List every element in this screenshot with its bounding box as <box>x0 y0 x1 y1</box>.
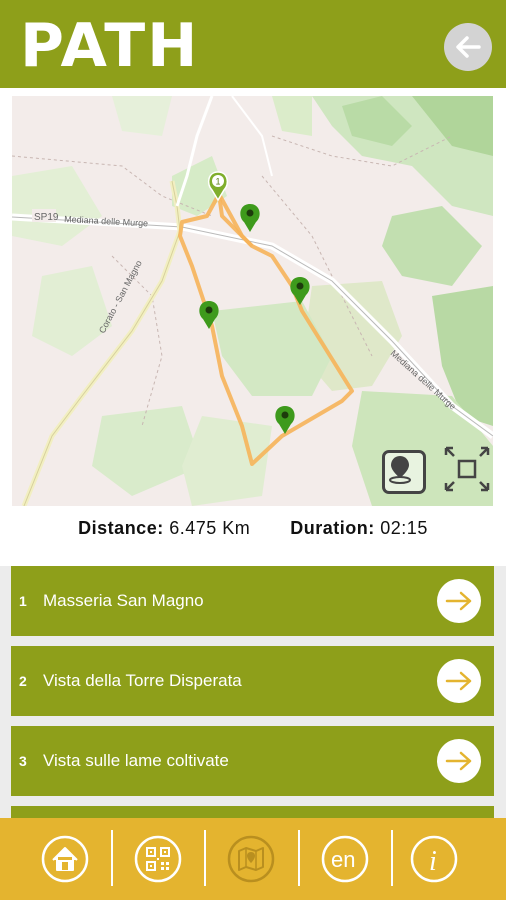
open-poi-button[interactable] <box>437 739 481 783</box>
fullscreen-button[interactable] <box>442 444 492 494</box>
poi-name: Vista sulle lame coltivate <box>43 751 229 770</box>
open-poi-button[interactable] <box>437 579 481 623</box>
arrow-right-icon <box>445 751 472 771</box>
duration-label: Duration: <box>290 518 375 538</box>
expand-icon <box>444 446 490 492</box>
bottom-tab-bar: en i <box>0 818 506 900</box>
duration-value: 02:15 <box>380 518 428 538</box>
tab-divider <box>298 830 300 886</box>
distance-label: Distance: <box>78 518 164 538</box>
tab-language[interactable]: en <box>316 830 374 888</box>
map-card: SP19 Mediana delle Murge Corato - San Ma… <box>0 88 506 566</box>
svg-text:1: 1 <box>216 177 221 187</box>
tab-divider <box>391 830 393 886</box>
list-item[interactable]: 3 Vista sulle lame coltivate <box>11 726 494 796</box>
route-stats: Distance: 6.475 Km Duration: 02:15 <box>0 518 506 554</box>
list-item[interactable]: 1 Masseria San Magno <box>11 566 494 636</box>
map-pin-icon <box>389 456 411 484</box>
tab-qr-scanner[interactable] <box>129 830 187 888</box>
arrow-right-icon <box>445 591 472 611</box>
info-icon: i <box>410 835 458 883</box>
tab-map[interactable] <box>222 830 280 888</box>
home-icon <box>41 835 89 883</box>
tab-home[interactable] <box>36 830 94 888</box>
arrow-right-icon <box>445 671 472 691</box>
info-label: i <box>429 846 437 877</box>
map-canvas: SP19 Mediana delle Murge Corato - San Ma… <box>12 96 493 506</box>
page-title: PATH <box>20 11 200 81</box>
arrow-left-icon <box>456 36 481 58</box>
qr-code-icon <box>134 835 182 883</box>
tab-divider <box>111 830 113 886</box>
open-poi-button[interactable] <box>437 659 481 703</box>
distance-stat: Distance: 6.475 Km <box>78 518 250 554</box>
road-label-sp19: SP19 <box>34 212 59 223</box>
tab-divider <box>204 830 206 886</box>
app-screen: PATH SP19 Mediana delle Murge Corato - S… <box>0 0 506 900</box>
duration-stat: Duration: 02:15 <box>290 518 428 554</box>
back-button[interactable] <box>444 23 492 71</box>
poi-number: 1 <box>19 593 27 609</box>
poi-name: Masseria San Magno <box>43 591 204 610</box>
poi-name: Vista della Torre Disperata <box>43 671 242 690</box>
language-icon: en <box>321 835 369 883</box>
header-bar: PATH <box>0 0 506 88</box>
language-label: en <box>331 847 355 872</box>
list-item[interactable]: 2 Vista della Torre Disperata <box>11 646 494 716</box>
locate-button[interactable] <box>382 450 426 494</box>
map-icon <box>227 835 275 883</box>
distance-value: 6.475 Km <box>169 518 251 538</box>
route-map[interactable]: SP19 Mediana delle Murge Corato - San Ma… <box>12 96 493 506</box>
tab-info[interactable]: i <box>405 830 463 888</box>
poi-number: 2 <box>19 673 27 689</box>
poi-number: 3 <box>19 753 27 769</box>
